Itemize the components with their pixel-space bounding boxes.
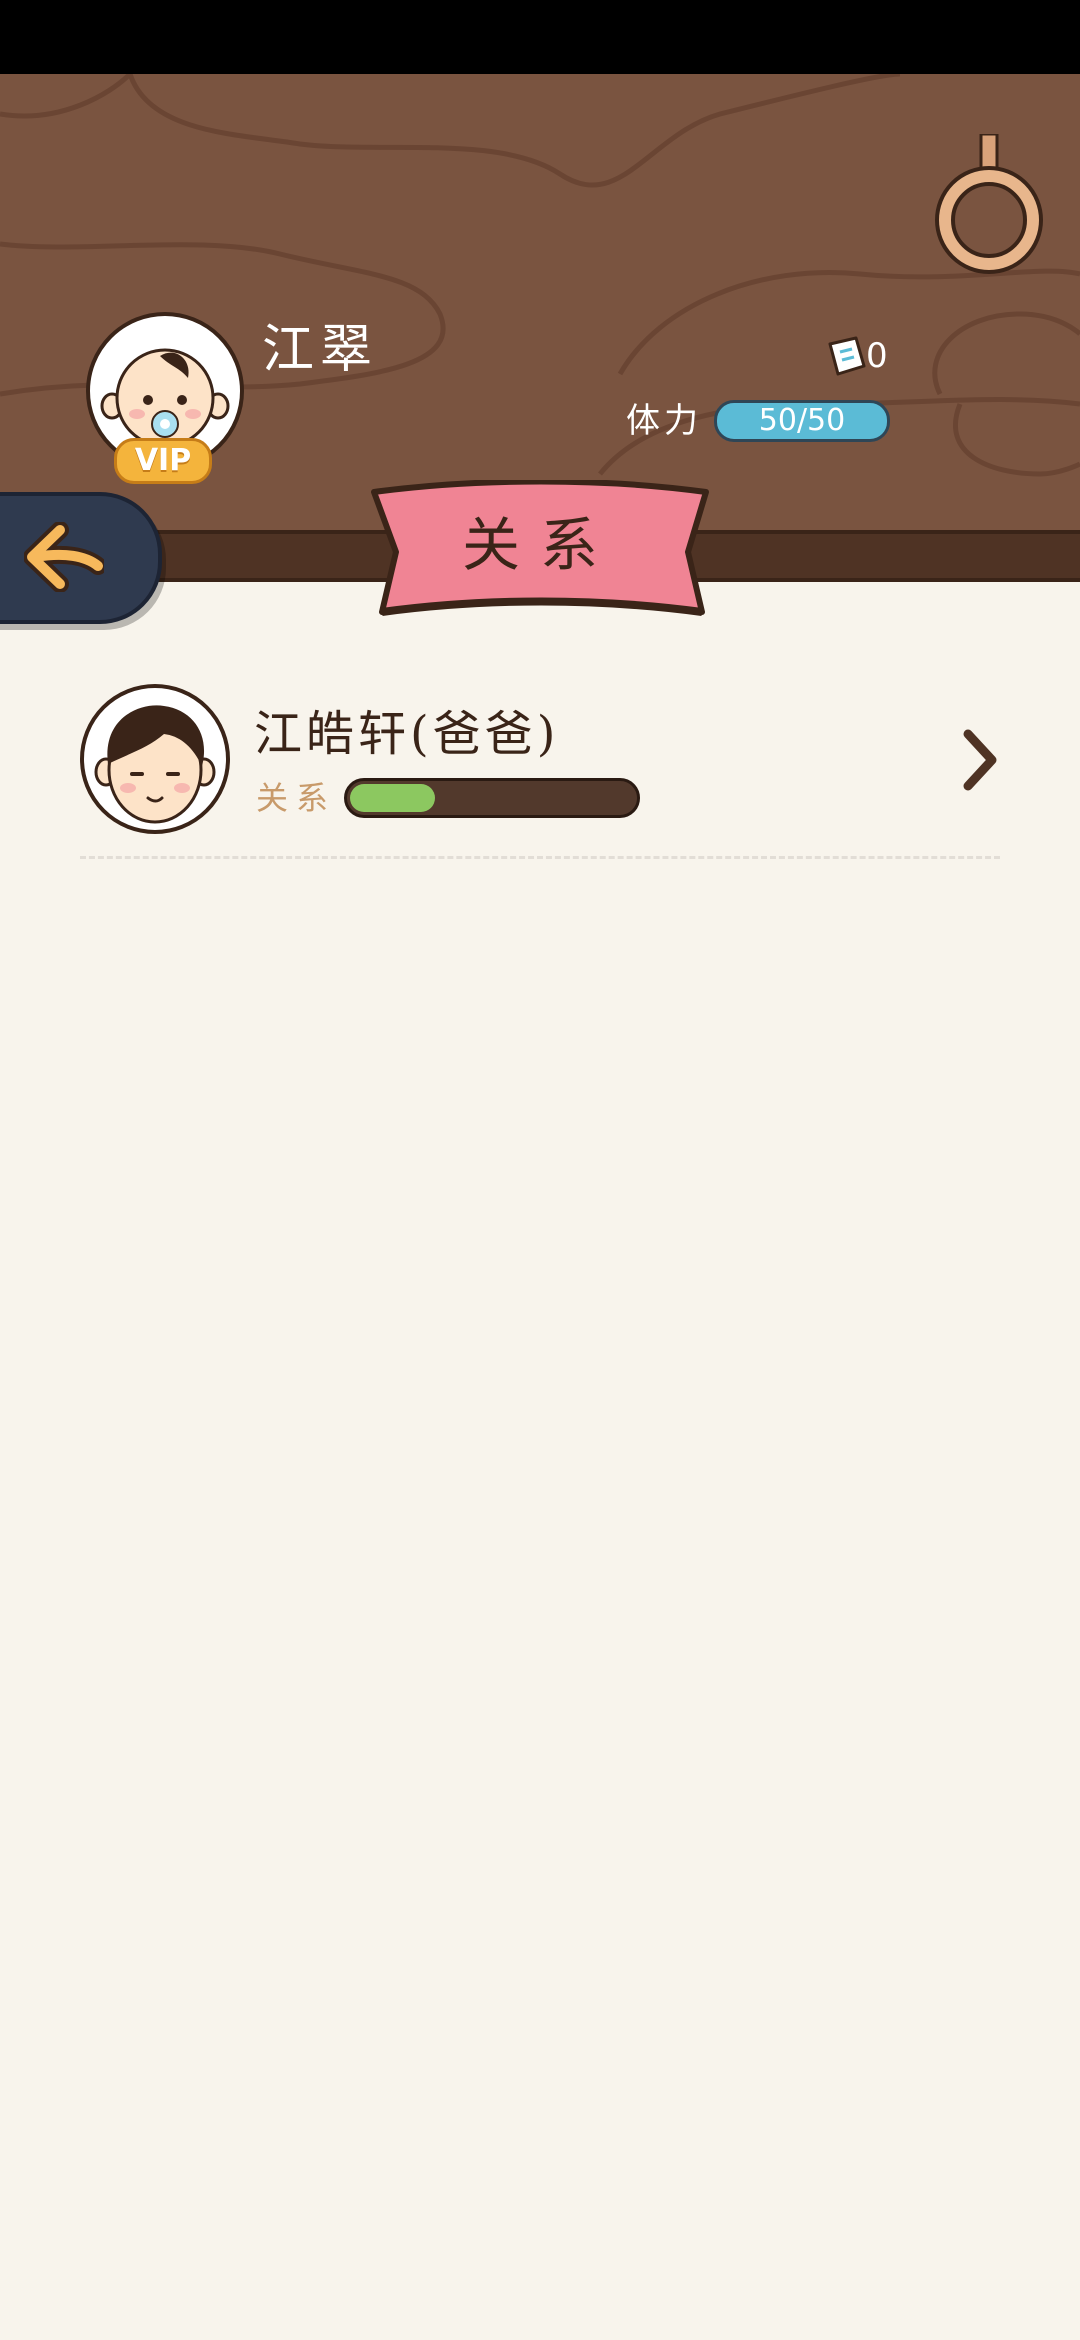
player-name: 江翠 <box>262 320 379 380</box>
page-title: 关系 <box>461 511 618 579</box>
relation-level-fill <box>350 784 436 812</box>
chevron-right-icon[interactable] <box>960 728 1000 792</box>
title-banner: 关系 <box>368 480 712 620</box>
ticket-count: 0 <box>866 336 888 376</box>
relation-name: 江皓轩(爸爸) <box>254 706 560 762</box>
stamina-bar: 50/50 <box>714 400 890 442</box>
stamina-label: 体力 <box>626 401 702 441</box>
father-avatar-icon <box>94 705 216 824</box>
relation-avatar <box>80 684 230 834</box>
relation-list: 江皓轩(爸爸) 关系 <box>80 680 1000 860</box>
row-divider <box>80 856 1000 859</box>
vip-badge: VIP <box>114 438 212 484</box>
relations-screen: VIP 江翠 0 体力 50/50 关系 江皓轩(爸爸) 关系 <box>0 0 1080 2340</box>
back-arrow-icon <box>24 522 104 592</box>
hanging-ring-icon[interactable] <box>930 134 1050 294</box>
status-bar <box>0 0 1080 74</box>
ticket-icon <box>828 336 866 376</box>
relation-label: 关系 <box>256 779 337 817</box>
relation-row[interactable]: 江皓轩(爸爸) 关系 <box>80 680 1000 860</box>
relation-level-bar <box>344 778 640 818</box>
back-button[interactable] <box>0 492 162 624</box>
